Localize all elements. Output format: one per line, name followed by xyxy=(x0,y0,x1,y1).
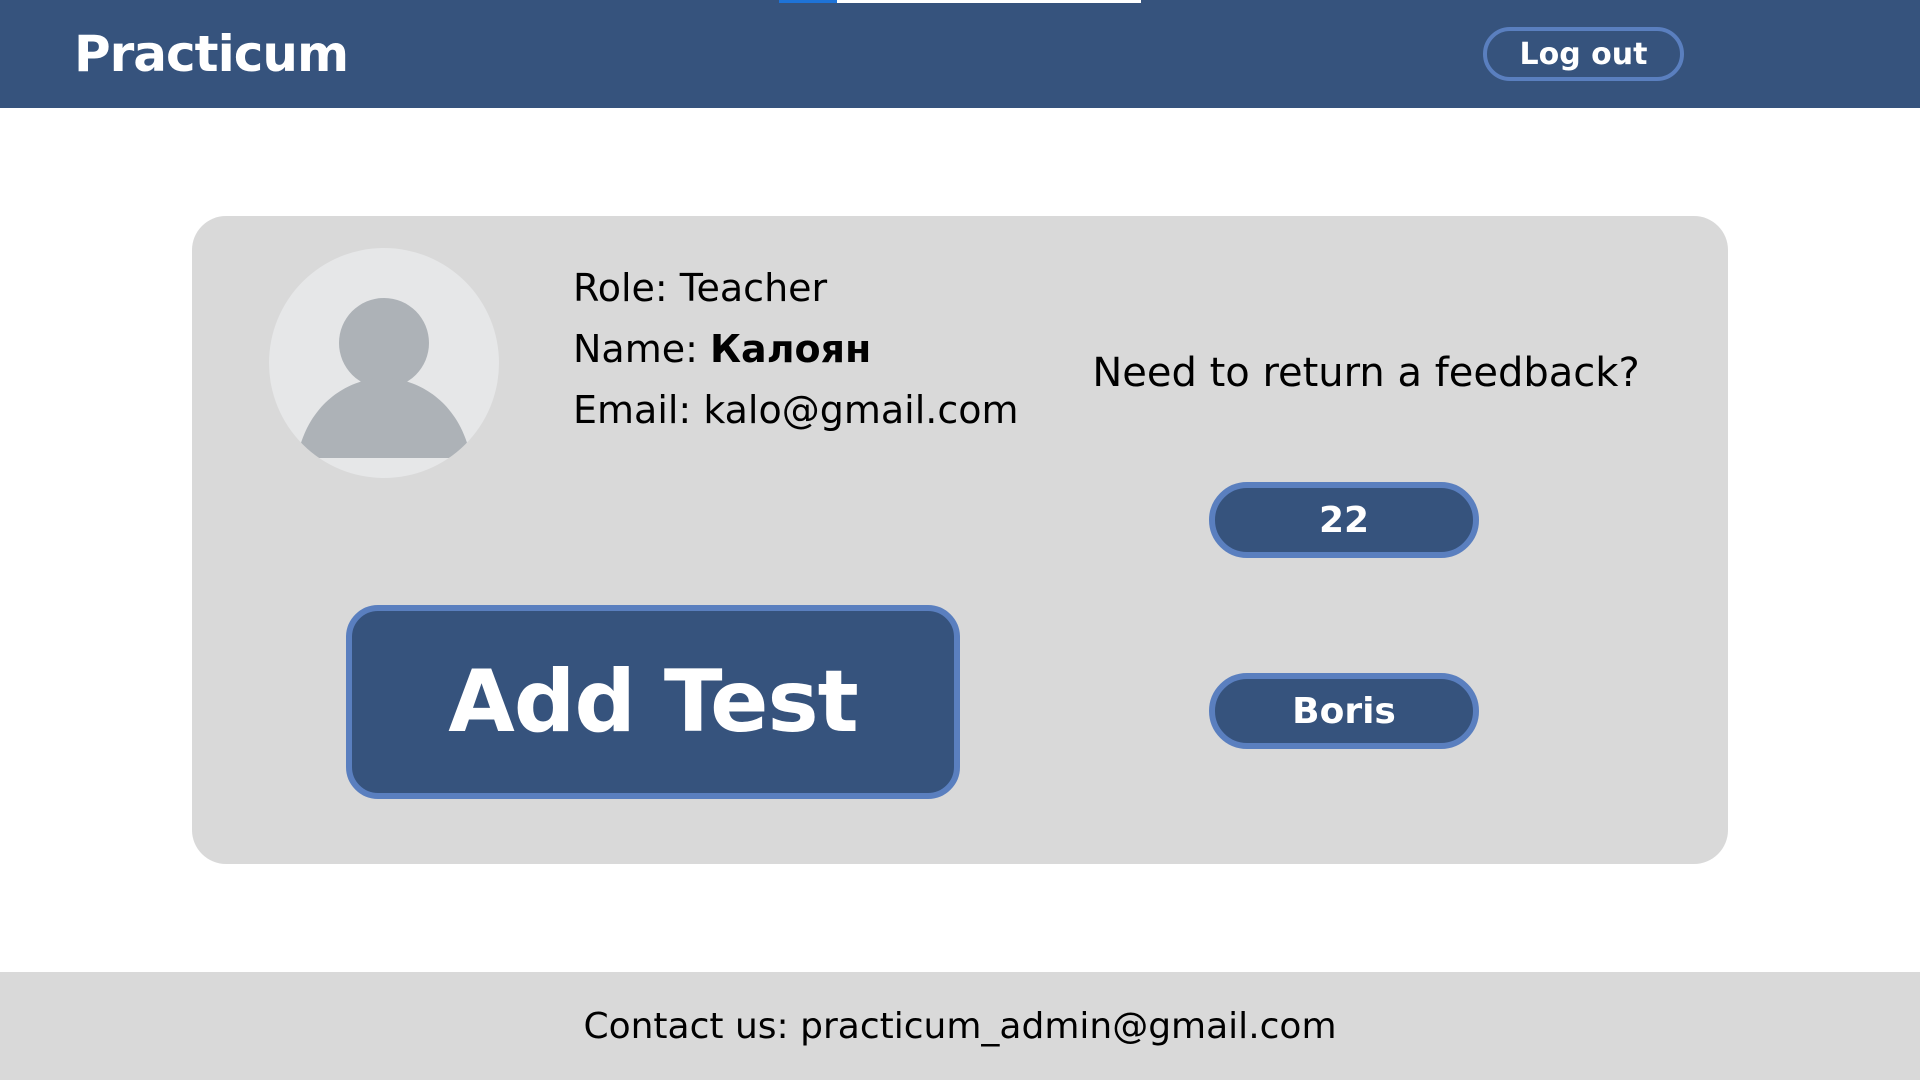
brand-logo[interactable]: Practicum xyxy=(74,22,349,86)
email-value: kalo@gmail.com xyxy=(703,388,1019,432)
name-label: Name: xyxy=(573,327,710,371)
logout-button[interactable]: Log out xyxy=(1483,27,1684,81)
name-value: Калоян xyxy=(710,327,872,371)
email-label: Email: xyxy=(573,388,704,432)
page: Practicum Log out Role: Teacher Name: Ка… xyxy=(0,0,1920,1080)
profile-info: Role: Teacher Name: Калоян Email: kalo@g… xyxy=(573,258,1019,441)
feedback-question: Need to return a feedback? xyxy=(1092,350,1640,396)
add-test-button[interactable]: Add Test xyxy=(346,605,960,799)
loading-bar-fill xyxy=(779,0,837,3)
role-label: Role: xyxy=(573,266,680,310)
name-line: Name: Калоян xyxy=(573,319,1019,380)
profile-card: Role: Teacher Name: Калоян Email: kalo@g… xyxy=(192,216,1728,864)
avatar xyxy=(269,248,499,478)
footer-contact: Contact us: practicum_admin@gmail.com xyxy=(583,1005,1337,1047)
student-feedback-button[interactable]: Boris xyxy=(1209,673,1479,749)
footer: Contact us: practicum_admin@gmail.com xyxy=(0,972,1920,1080)
loading-bar xyxy=(779,0,1141,3)
role-line: Role: Teacher xyxy=(573,258,1019,319)
email-line: Email: kalo@gmail.com xyxy=(573,380,1019,441)
top-header: Practicum Log out xyxy=(0,0,1920,108)
user-avatar-icon xyxy=(297,298,471,458)
feedback-count-button[interactable]: 22 xyxy=(1209,482,1479,558)
role-value: Teacher xyxy=(679,266,828,310)
